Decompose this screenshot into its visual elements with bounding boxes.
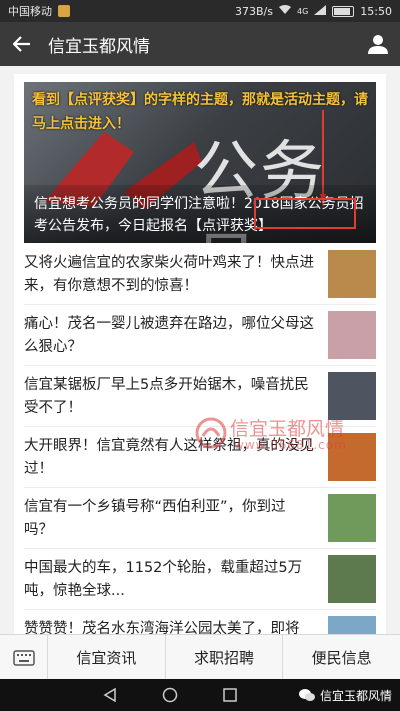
wechat-account-name: 信宜玉都风情 — [319, 688, 392, 703]
list-item-title: 信宜某锯板厂早上5点多开始锯木，噪音扰民受不了！ — [24, 377, 309, 416]
highlight-box — [254, 198, 356, 229]
nav-back-icon[interactable] — [80, 679, 140, 711]
wifi-icon — [279, 4, 291, 18]
nav-recent-icon[interactable] — [200, 679, 260, 711]
bottom-menu: 信宜资讯 求职招聘 便民信息 — [0, 634, 400, 680]
person-icon[interactable] — [356, 22, 400, 66]
status-right: 373B/s 4G 15:50 — [235, 4, 392, 18]
list-item[interactable]: 中国最大的车，1152个轮胎，载重超过5万吨，惊艳全球... — [24, 549, 376, 610]
notification-icon — [58, 5, 70, 17]
list-item-thumbnail — [328, 372, 376, 420]
wechat-icon — [298, 689, 315, 701]
system-nav-bar: 信宜玉都风情 — [0, 679, 400, 711]
status-bar: 中国移动 373B/s 4G 15:50 — [0, 0, 400, 22]
list-item-title: 又将火遍信宜的农家柴火荷叶鸡来了！快点进来，有你意想不到的惊喜！ — [24, 255, 314, 294]
clock: 15:50 — [360, 4, 392, 18]
list-item-thumbnail — [328, 433, 376, 481]
nav-home-icon[interactable] — [140, 679, 200, 711]
list-item-thumbnail — [328, 616, 376, 634]
menu-jobs[interactable]: 求职招聘 — [166, 635, 284, 679]
list-item[interactable]: 又将火遍信宜的农家柴火荷叶鸡来了！快点进来，有你意想不到的惊喜！ — [24, 244, 376, 305]
list-item[interactable]: 信宜有一个乡镇号称“西伯利亚”，你到过吗？ — [24, 488, 376, 549]
list-item-title: 大开眼界！信宜竟然有人这样祭祖，真的没见过！ — [24, 438, 314, 477]
network-type: 4G — [297, 6, 309, 16]
hero-annotation: 看到【点评获奖】的字样的主题，那就是活动主题，请马上点击进入！ — [32, 92, 368, 132]
list-item-thumbnail — [328, 494, 376, 542]
list-item[interactable]: 痛心！茂名一婴儿被遗弃在路边，哪位父母这么狠心？ — [24, 305, 376, 366]
article-feed: 公务员 看到【点评获奖】的字样的主题，那就是活动主题，请马上点击进入！ 信宜想考… — [14, 74, 386, 634]
page-title: 信宜玉都风情 — [48, 36, 150, 57]
list-item-title: 痛心！茂名一婴儿被遗弃在路边，哪位父母这么狠心？ — [24, 316, 314, 355]
list-item[interactable]: 信宜某锯板厂早上5点多开始锯木，噪音扰民受不了！ — [24, 366, 376, 427]
hero-article[interactable]: 公务员 看到【点评获奖】的字样的主题，那就是活动主题，请马上点击进入！ 信宜想考… — [24, 82, 376, 243]
list-item-title: 信宜有一个乡镇号称“西伯利亚”，你到过吗？ — [24, 499, 286, 538]
wechat-watermark: 信宜玉都风情 — [298, 687, 392, 704]
keyboard-icon[interactable] — [0, 635, 48, 680]
title-bar: 信宜玉都风情 — [0, 22, 400, 66]
network-speed: 373B/s — [235, 4, 273, 18]
carrier-name: 中国移动 — [8, 5, 52, 18]
carrier-area: 中国移动 — [8, 3, 70, 19]
list-item-title: 赞赞赞！茂名水东湾海洋公园太美了，即将 — [24, 621, 300, 634]
list-item-thumbnail — [328, 555, 376, 603]
list-item[interactable]: 赞赞赞！茂名水东湾海洋公园太美了，即将 — [24, 610, 376, 634]
list-item-title: 中国最大的车，1152个轮胎，载重超过5万吨，惊艳全球... — [24, 560, 303, 599]
back-arrow-icon[interactable] — [0, 22, 44, 66]
menu-services[interactable]: 便民信息 — [283, 635, 400, 679]
list-item-thumbnail — [328, 250, 376, 298]
list-item-thumbnail — [328, 311, 376, 359]
list-item[interactable]: 大开眼界！信宜竟然有人这样祭祖，真的没见过！ — [24, 427, 376, 488]
signal-icon — [314, 4, 327, 18]
article-list: 又将火遍信宜的农家柴火荷叶鸡来了！快点进来，有你意想不到的惊喜！ 痛心！茂名一婴… — [24, 244, 376, 634]
battery-icon — [332, 5, 355, 17]
menu-news[interactable]: 信宜资讯 — [48, 635, 166, 679]
